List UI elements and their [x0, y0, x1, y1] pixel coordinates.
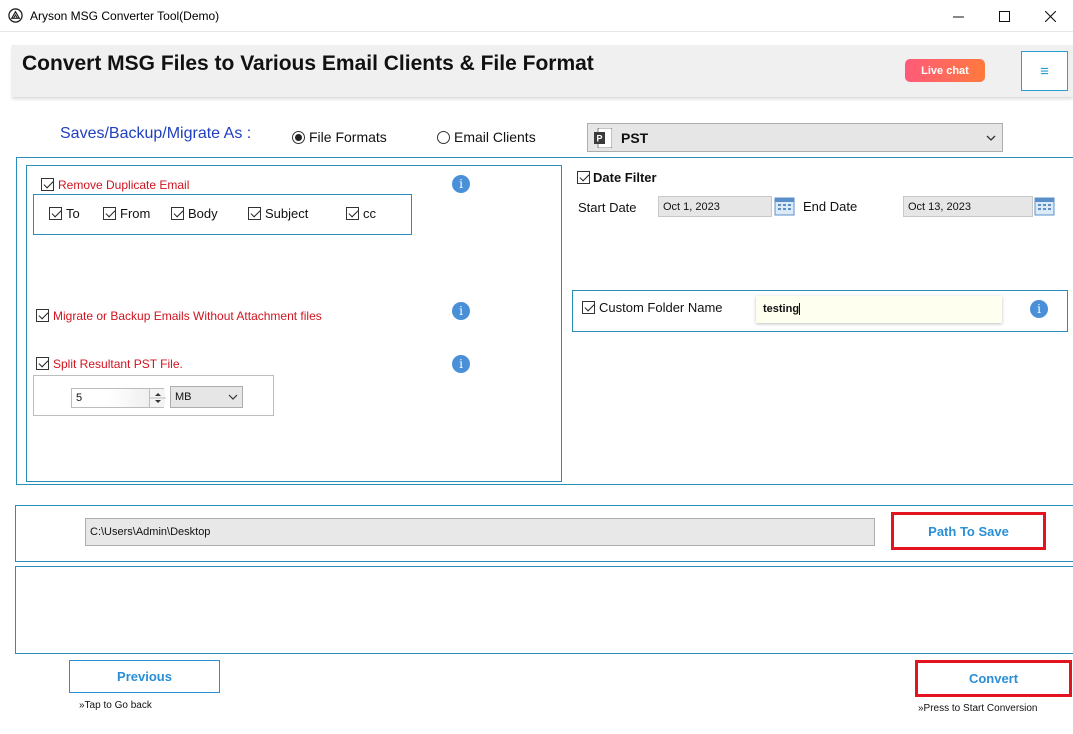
date-filter-label[interactable]: Date Filter	[593, 170, 657, 185]
info-icon[interactable]: i	[1030, 300, 1048, 318]
no-attachment-checkbox[interactable]	[36, 309, 49, 322]
maximize-button[interactable]	[981, 0, 1027, 32]
custom-folder-checkbox[interactable]	[582, 301, 595, 314]
start-date-value: Oct 1, 2023	[663, 201, 720, 213]
split-size-value: 5	[76, 392, 83, 404]
dup-cc-label[interactable]: cc	[363, 206, 376, 221]
left-options-panel: Remove Duplicate Email i To From Body Su…	[26, 165, 562, 482]
dup-from-label[interactable]: From	[120, 206, 150, 221]
end-date-value: Oct 13, 2023	[908, 201, 971, 213]
stepper-arrows-icon	[150, 393, 166, 403]
custom-folder-input[interactable]: testing	[756, 296, 1002, 323]
convert-button[interactable]: Convert	[915, 660, 1072, 697]
split-unit-value: MB	[175, 391, 192, 403]
maximize-icon	[998, 10, 1010, 22]
split-pst-label[interactable]: Split Resultant PST File.	[53, 357, 183, 371]
dup-from-checkbox[interactable]	[103, 207, 116, 220]
format-selected-value: PST	[621, 130, 649, 146]
text-cursor	[799, 303, 801, 316]
minimize-icon	[952, 16, 964, 17]
hamburger-menu-icon: ≡	[1040, 62, 1049, 80]
save-as-label: Saves/Backup/Migrate As :	[60, 125, 252, 142]
path-input[interactable]: C:\Users\Admin\Desktop	[85, 518, 875, 546]
header-banner: Convert MSG Files to Various Email Clien…	[12, 45, 1073, 97]
close-window-button[interactable]	[1027, 0, 1073, 32]
duplicate-fields-box: To From Body Subject cc	[33, 194, 412, 235]
custom-folder-box: Custom Folder Name testing i	[572, 290, 1068, 332]
remove-duplicate-label[interactable]: Remove Duplicate Email	[58, 178, 189, 192]
stepper-buttons[interactable]	[149, 389, 166, 407]
file-formats-label[interactable]: File Formats	[309, 129, 387, 145]
info-icon[interactable]: i	[452, 175, 470, 193]
app-logo-icon	[8, 8, 23, 23]
email-clients-radio[interactable]	[437, 131, 450, 144]
split-size-stepper[interactable]: 5	[71, 388, 166, 408]
start-date-label: Start Date	[578, 200, 637, 215]
email-clients-label[interactable]: Email Clients	[454, 129, 536, 145]
svg-text:P: P	[596, 134, 602, 144]
custom-folder-value: testing	[763, 303, 800, 315]
live-chat-button[interactable]: Live chat	[905, 59, 985, 82]
dup-subject-checkbox[interactable]	[248, 207, 261, 220]
calendar-icon[interactable]	[774, 196, 795, 216]
convert-hint: »Press to Start Conversion	[918, 703, 1038, 714]
end-date-input[interactable]: Oct 13, 2023	[903, 196, 1033, 217]
dropdown-chevron-icon	[986, 135, 996, 141]
powerpoint-pst-icon: P	[594, 128, 612, 148]
split-unit-dropdown[interactable]: MB	[170, 386, 243, 408]
menu-button[interactable]: ≡	[1021, 51, 1068, 91]
previous-hint: »Tap to Go back	[79, 700, 152, 711]
window-title: Aryson MSG Converter Tool(Demo)	[30, 9, 220, 23]
end-date-label: End Date	[803, 199, 858, 214]
close-icon	[1044, 10, 1056, 22]
info-icon[interactable]: i	[452, 355, 470, 373]
dup-to-checkbox[interactable]	[49, 207, 62, 220]
calendar-icon[interactable]	[1034, 196, 1055, 216]
date-filter-checkbox[interactable]	[577, 171, 590, 184]
info-icon[interactable]: i	[452, 302, 470, 320]
format-dropdown[interactable]: P PST	[587, 123, 1003, 152]
page-title: Convert MSG Files to Various Email Clien…	[22, 52, 594, 75]
log-area	[15, 566, 1073, 654]
app-window: Aryson MSG Converter Tool(Demo) Convert …	[0, 0, 1073, 734]
path-value: C:\Users\Admin\Desktop	[90, 526, 211, 538]
dup-body-label[interactable]: Body	[188, 206, 218, 221]
remove-duplicate-checkbox[interactable]	[41, 178, 54, 191]
dup-cc-checkbox[interactable]	[346, 207, 359, 220]
start-date-input[interactable]: Oct 1, 2023	[658, 196, 772, 217]
custom-folder-label[interactable]: Custom Folder Name	[599, 300, 723, 315]
split-size-box: 5 MB	[33, 375, 274, 416]
dup-to-label[interactable]: To	[66, 206, 80, 221]
split-pst-checkbox[interactable]	[36, 357, 49, 370]
path-to-save-label: Path To Save	[928, 523, 1009, 539]
path-to-save-button[interactable]: Path To Save	[891, 512, 1046, 550]
dup-body-checkbox[interactable]	[171, 207, 184, 220]
title-bar: Aryson MSG Converter Tool(Demo)	[0, 0, 1073, 32]
convert-label: Convert	[968, 671, 1019, 686]
minimize-button[interactable]	[935, 0, 981, 32]
file-formats-radio[interactable]	[292, 131, 305, 144]
previous-label: Previous	[117, 669, 172, 684]
no-attachment-label[interactable]: Migrate or Backup Emails Without Attachm…	[53, 309, 322, 323]
dropdown-chevron-icon	[228, 394, 238, 400]
dup-subject-label[interactable]: Subject	[265, 206, 308, 221]
previous-button[interactable]: Previous	[69, 660, 220, 693]
